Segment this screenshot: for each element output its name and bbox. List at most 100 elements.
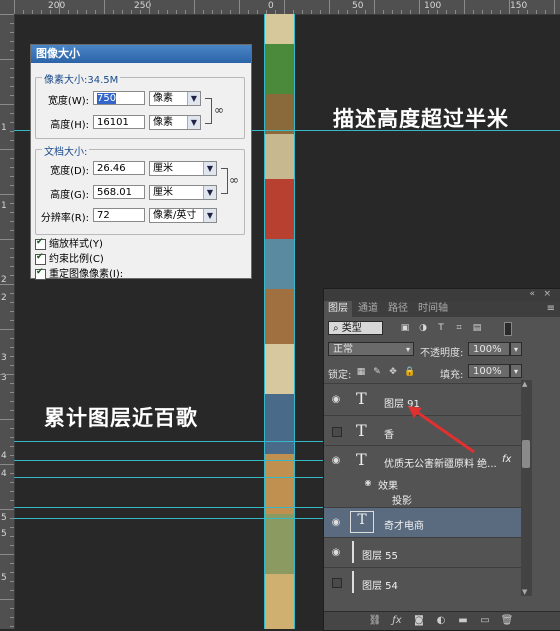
doc-width-unit-select[interactable]: 厘米 ▼: [149, 161, 217, 176]
ruler-tick: [257, 10, 258, 14]
scroll-down-icon[interactable]: ▼: [522, 588, 527, 596]
ruler-tick: [50, 10, 51, 14]
ruler-tick: [410, 10, 411, 14]
tab-timeline[interactable]: 时间轴: [414, 301, 452, 317]
ruler-tick: [86, 10, 87, 14]
eye-icon[interactable]: ◉: [330, 455, 342, 467]
eye-icon[interactable]: ◉: [362, 477, 374, 489]
trash-icon[interactable]: 🗑: [500, 615, 514, 626]
checkbox-checked-icon: [35, 267, 46, 280]
layers-panel-footer: ⛓ ƒx ◙ ◐ ▬ ▭ 🗑: [324, 611, 560, 630]
ruler-tick: [230, 10, 231, 14]
lock-transparency-icon[interactable]: ▦: [356, 367, 366, 377]
layers-annotation: 累计图层近百歌: [44, 406, 198, 430]
blend-mode-select[interactable]: 正常 ▾: [328, 342, 414, 356]
document-image-strip[interactable]: [264, 14, 294, 629]
panel-menu-icon[interactable]: ≡: [547, 303, 555, 314]
scale-styles-checkbox[interactable]: 缩放样式(Y): [35, 235, 103, 250]
resample-image-checkbox[interactable]: 重定图像像素(I):: [35, 265, 123, 280]
pixel-height-unit-select[interactable]: 像素 ▼: [149, 115, 201, 130]
ruler-tick: [167, 10, 168, 14]
resolution-input[interactable]: 72: [93, 208, 145, 222]
panel-tabs: 图层 通道 路径 时间轴 ≡: [324, 301, 560, 317]
ruler-tick: [320, 10, 321, 14]
close-icon[interactable]: ×: [543, 289, 551, 299]
constrain-proportions-checkbox[interactable]: 约束比例(C): [35, 250, 104, 265]
scroll-up-icon[interactable]: ▲: [522, 380, 527, 388]
layers-scrollbar[interactable]: ▲ ▼: [521, 380, 532, 596]
opacity-dropdown-button[interactable]: ▾: [510, 342, 522, 356]
ruler-tick: [0, 554, 14, 555]
fx-icon[interactable]: fx: [502, 454, 511, 465]
ruler-tick: [10, 176, 14, 177]
panel-header-bar: « ×: [324, 289, 560, 301]
add-style-icon[interactable]: ƒx: [390, 615, 404, 626]
shape-filter-icon[interactable]: ⌗: [454, 323, 464, 333]
pixel-width-input[interactable]: 750: [93, 91, 145, 105]
tab-layers[interactable]: 图层: [324, 301, 352, 317]
fill-dropdown-button[interactable]: ▾: [510, 364, 522, 378]
eye-icon[interactable]: ◉: [330, 517, 342, 529]
guide-vertical[interactable]: [264, 14, 265, 629]
top-ruler[interactable]: 200 250 0 50 100 150 200: [0, 0, 560, 15]
ruler-tick: [158, 10, 159, 14]
ruler-tick: [113, 10, 114, 14]
ruler-tick: [491, 10, 492, 14]
pixel-filter-icon[interactable]: ▣: [400, 323, 410, 333]
ruler-tick: [536, 10, 537, 14]
ruler-tick: [473, 10, 474, 14]
link-layers-icon[interactable]: ⛓: [368, 615, 382, 626]
layer-effect-row[interactable]: 投影: [324, 491, 522, 507]
ruler-tick: [10, 455, 14, 456]
scrollbar-thumb[interactable]: [522, 440, 530, 468]
group-title: 像素大小:34.5M: [42, 71, 121, 86]
new-adjustment-icon[interactable]: ◐: [434, 615, 448, 626]
layer-thumbnail: [352, 571, 354, 593]
ruler-tick: [10, 86, 14, 87]
filter-kind-select[interactable]: ⌕ 类型: [328, 321, 383, 335]
add-mask-icon[interactable]: ◙: [412, 615, 426, 626]
search-icon: ⌕: [333, 323, 342, 334]
layer-row[interactable]: 图层 54: [324, 567, 522, 596]
eye-icon[interactable]: ◉: [330, 547, 342, 559]
chevron-down-icon: ▼: [187, 92, 200, 105]
smart-object-filter-icon[interactable]: ▤: [472, 323, 482, 333]
opacity-input[interactable]: 100%: [468, 342, 510, 356]
ruler-tick: [0, 59, 14, 60]
lock-brush-icon[interactable]: ✎: [372, 367, 382, 377]
visibility-toggle-off[interactable]: [332, 427, 342, 437]
resolution-unit-select[interactable]: 像素/英寸 ▼: [149, 208, 217, 223]
doc-height-input[interactable]: 568.01: [93, 185, 145, 199]
ruler-tick: [482, 10, 483, 14]
ruler-tick: [0, 374, 14, 375]
ruler-tick: [329, 0, 330, 14]
doc-width-input[interactable]: 26.46: [93, 161, 145, 175]
layer-row-selected[interactable]: ◉ T 奇才电商: [324, 507, 522, 538]
lock-all-icon[interactable]: 🔒: [404, 367, 415, 377]
lock-position-icon[interactable]: ✥: [388, 367, 398, 377]
collapse-icon[interactable]: «: [529, 289, 535, 299]
dialog-title[interactable]: 图像大小: [31, 45, 251, 63]
ruler-tick: [140, 10, 141, 14]
eye-icon[interactable]: ◉: [330, 394, 342, 406]
strip-segment: [264, 394, 294, 454]
pixel-height-input[interactable]: 16101: [93, 115, 145, 129]
ruler-tick: [10, 626, 14, 627]
tab-paths[interactable]: 路径: [384, 301, 412, 317]
ruler-tick: [0, 284, 14, 285]
guide-vertical[interactable]: [294, 14, 295, 629]
pixel-width-unit-select[interactable]: 像素 ▼: [149, 91, 201, 106]
visibility-toggle-off[interactable]: [332, 578, 342, 588]
fill-input[interactable]: 100%: [468, 364, 510, 378]
type-filter-icon[interactable]: T: [436, 323, 446, 333]
filter-toggle-switch[interactable]: [504, 322, 512, 336]
doc-height-unit-select[interactable]: 厘米 ▼: [149, 185, 217, 200]
adjustment-filter-icon[interactable]: ◑: [418, 323, 428, 333]
layer-effects-row[interactable]: ◉ 效果: [324, 475, 522, 492]
tab-channels[interactable]: 通道: [354, 301, 382, 317]
left-ruler[interactable]: 1 1 2 2 3 3 4 4 5 5 5: [0, 14, 15, 629]
new-group-icon[interactable]: ▬: [456, 615, 470, 626]
ruler-tick: [10, 617, 14, 618]
new-layer-icon[interactable]: ▭: [478, 615, 492, 626]
layer-row[interactable]: ◉ 图层 55: [324, 537, 522, 568]
